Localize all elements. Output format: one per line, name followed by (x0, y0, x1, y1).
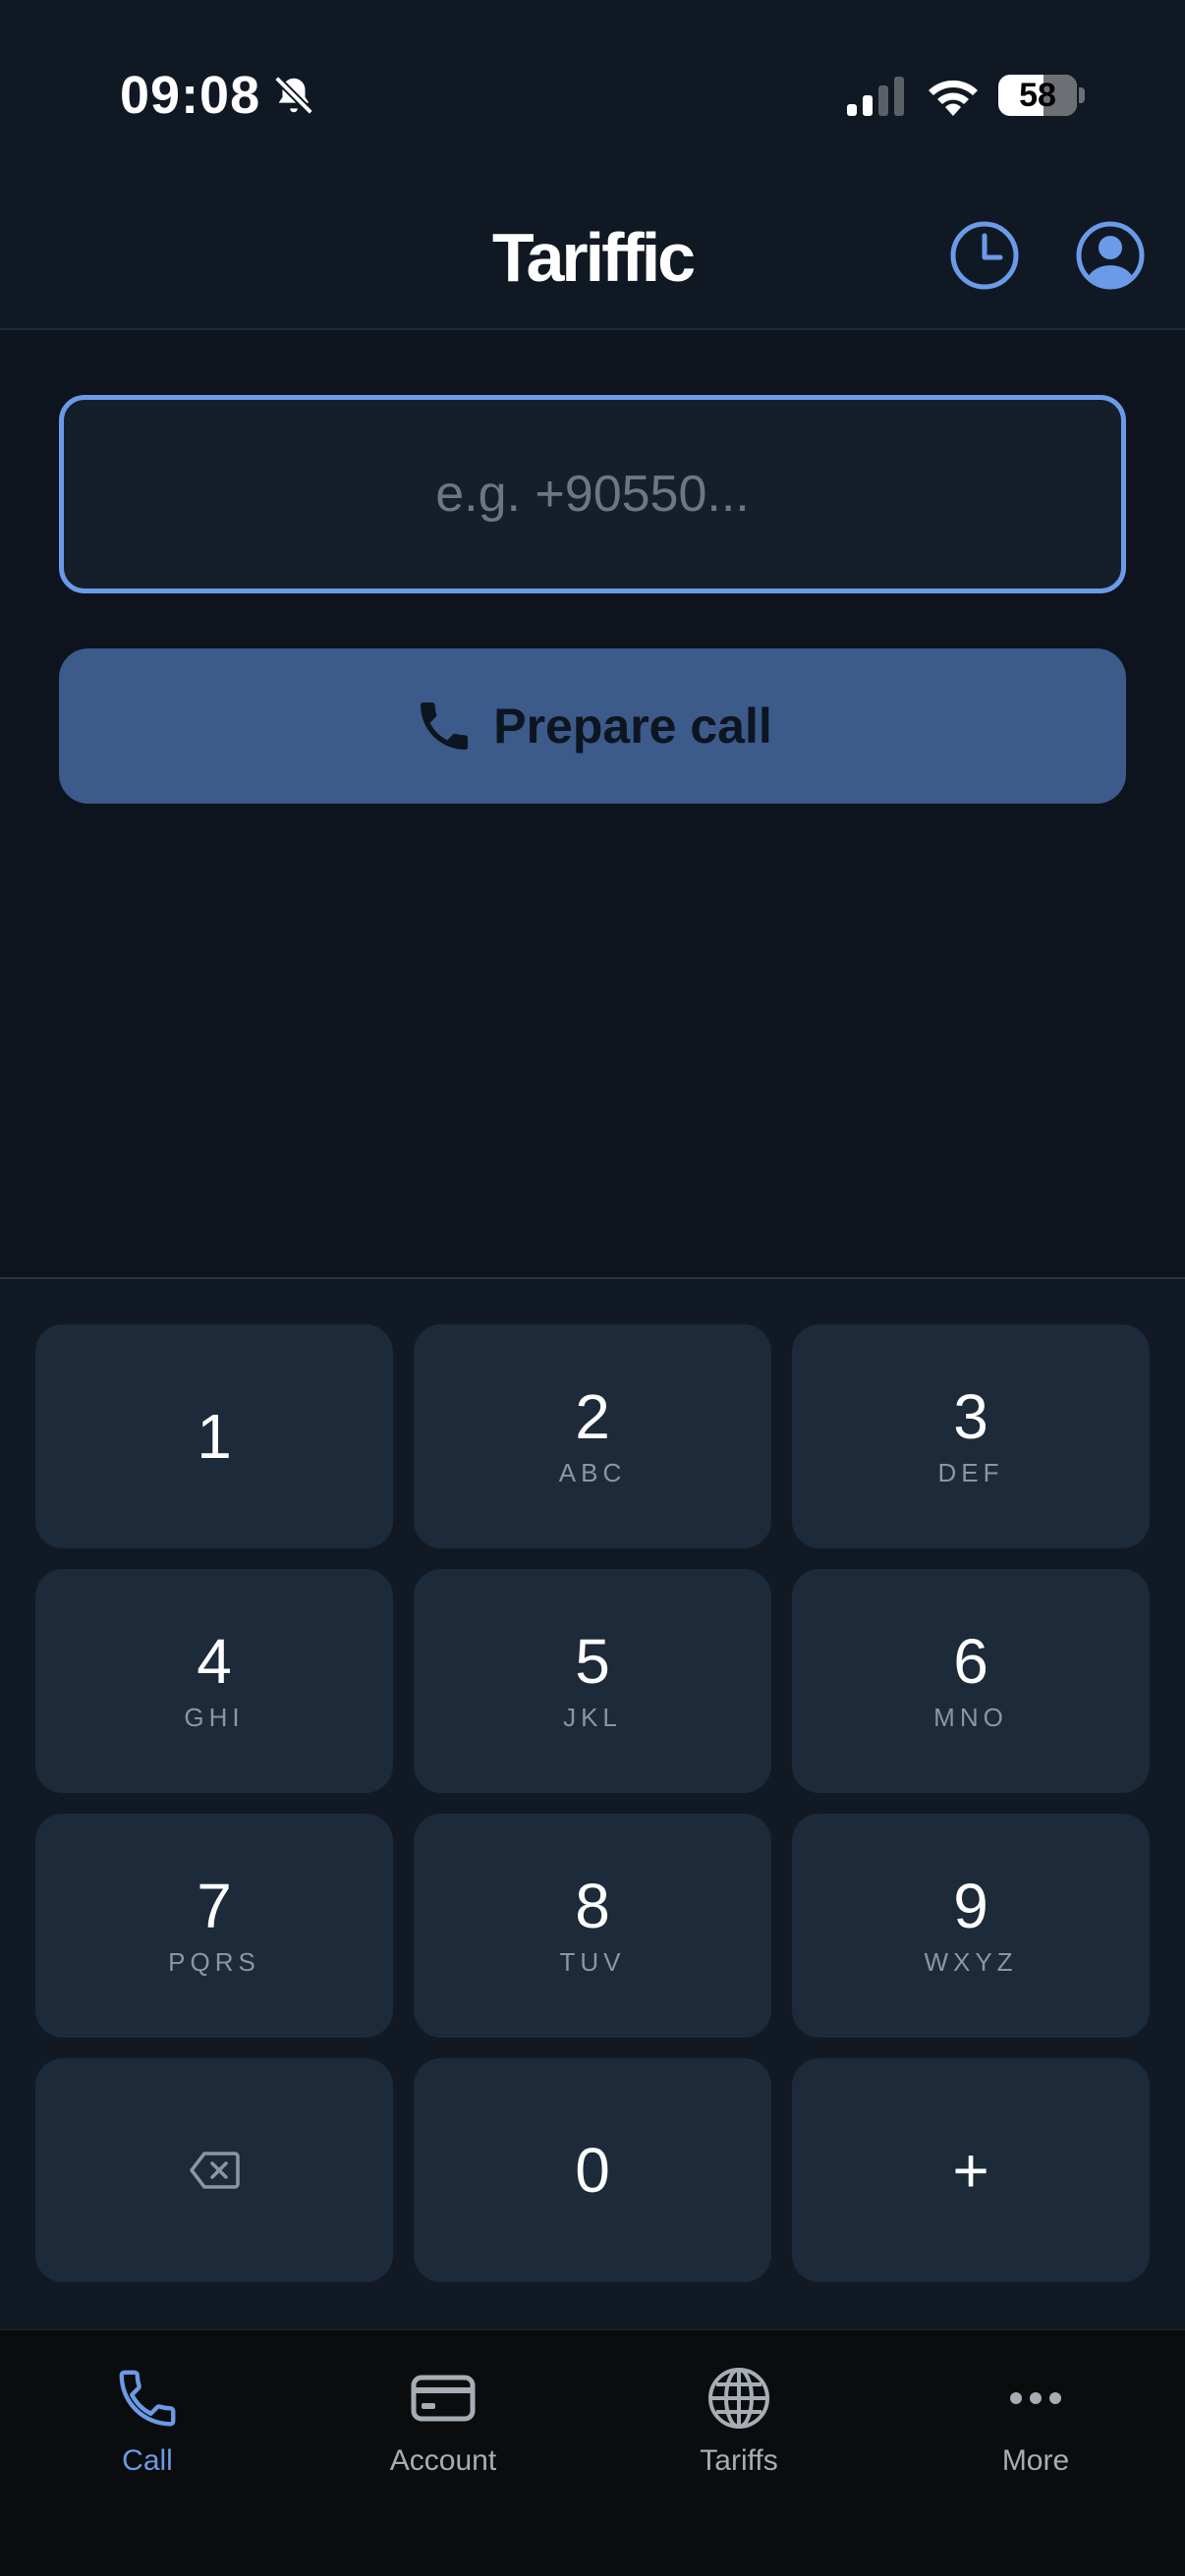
tab-tariffs[interactable]: Tariffs (592, 2346, 886, 2493)
key-digit: 6 (953, 1626, 988, 1697)
phone-icon (421, 702, 469, 750)
battery-tip (1079, 87, 1085, 103)
top-bar: 09:08 58 Tariffic (0, 0, 1185, 330)
ellipsis-icon (1010, 2392, 1061, 2404)
key-letters: TUV (559, 1947, 626, 1977)
key-digit: 4 (197, 1626, 232, 1697)
battery-indicator: 58 (998, 75, 1077, 116)
tab-more[interactable]: More (888, 2346, 1183, 2493)
credit-card-icon (411, 2375, 476, 2422)
key-digit: 2 (575, 1381, 610, 1452)
tab-label: Call (122, 2444, 173, 2477)
key-digit: 9 (953, 1871, 988, 1941)
status-time: 09:08 (120, 66, 261, 125)
phone-icon (119, 2370, 176, 2427)
key-9[interactable]: 9 WXYZ (792, 1814, 1150, 2038)
phone-number-input[interactable] (59, 395, 1126, 593)
battery-level: 58 (1019, 77, 1056, 114)
key-letters: MNO (933, 1703, 1008, 1732)
key-digit: 5 (575, 1626, 610, 1697)
key-letters: DEF (937, 1458, 1004, 1487)
keypad: 1 2 ABC 3 DEF 4 GHI 5 JKL 6 MNO 7 PQRS 8… (0, 1277, 1185, 2328)
key-digit: 8 (575, 1871, 610, 1941)
key-plus[interactable]: + (792, 2058, 1150, 2282)
globe-icon (708, 2368, 769, 2429)
tab-label: Account (389, 2444, 497, 2477)
cellular-signal-icon (847, 77, 904, 116)
key-letters: ABC (558, 1458, 627, 1487)
key-digit: 3 (953, 1381, 988, 1452)
profile-avatar-icon[interactable] (1075, 220, 1146, 291)
tab-bar: Call Account Tariffs More (0, 2328, 1185, 2576)
tab-label: More (1001, 2444, 1070, 2477)
prepare-call-button[interactable]: Prepare call (59, 648, 1126, 804)
key-letters: WXYZ (924, 1947, 1018, 1977)
key-3[interactable]: 3 DEF (792, 1324, 1150, 1548)
key-digit: 0 (575, 2135, 610, 2206)
tab-call[interactable]: Call (0, 2346, 295, 2493)
key-1[interactable]: 1 (35, 1324, 393, 1548)
backspace-key[interactable] (35, 2058, 393, 2282)
key-digit: 1 (197, 1401, 232, 1472)
key-letters: PQRS (168, 1947, 260, 1977)
prepare-call-label: Prepare call (493, 699, 772, 754)
tab-label: Tariffs (700, 2444, 778, 2477)
key-digit: 7 (197, 1871, 232, 1941)
key-2[interactable]: 2 ABC (414, 1324, 771, 1548)
key-6[interactable]: 6 MNO (792, 1569, 1150, 1793)
key-4[interactable]: 4 GHI (35, 1569, 393, 1793)
key-5[interactable]: 5 JKL (414, 1569, 771, 1793)
history-clock-icon[interactable] (949, 220, 1020, 291)
key-digit: + (952, 2135, 989, 2206)
wifi-icon (929, 80, 978, 116)
tab-account[interactable]: Account (296, 2346, 591, 2493)
key-0[interactable]: 0 (414, 2058, 771, 2282)
backspace-icon (190, 2152, 240, 2189)
key-letters: GHI (184, 1703, 245, 1732)
key-7[interactable]: 7 PQRS (35, 1814, 393, 2038)
key-8[interactable]: 8 TUV (414, 1814, 771, 2038)
bell-off-icon (274, 76, 313, 115)
key-letters: JKL (563, 1703, 622, 1732)
